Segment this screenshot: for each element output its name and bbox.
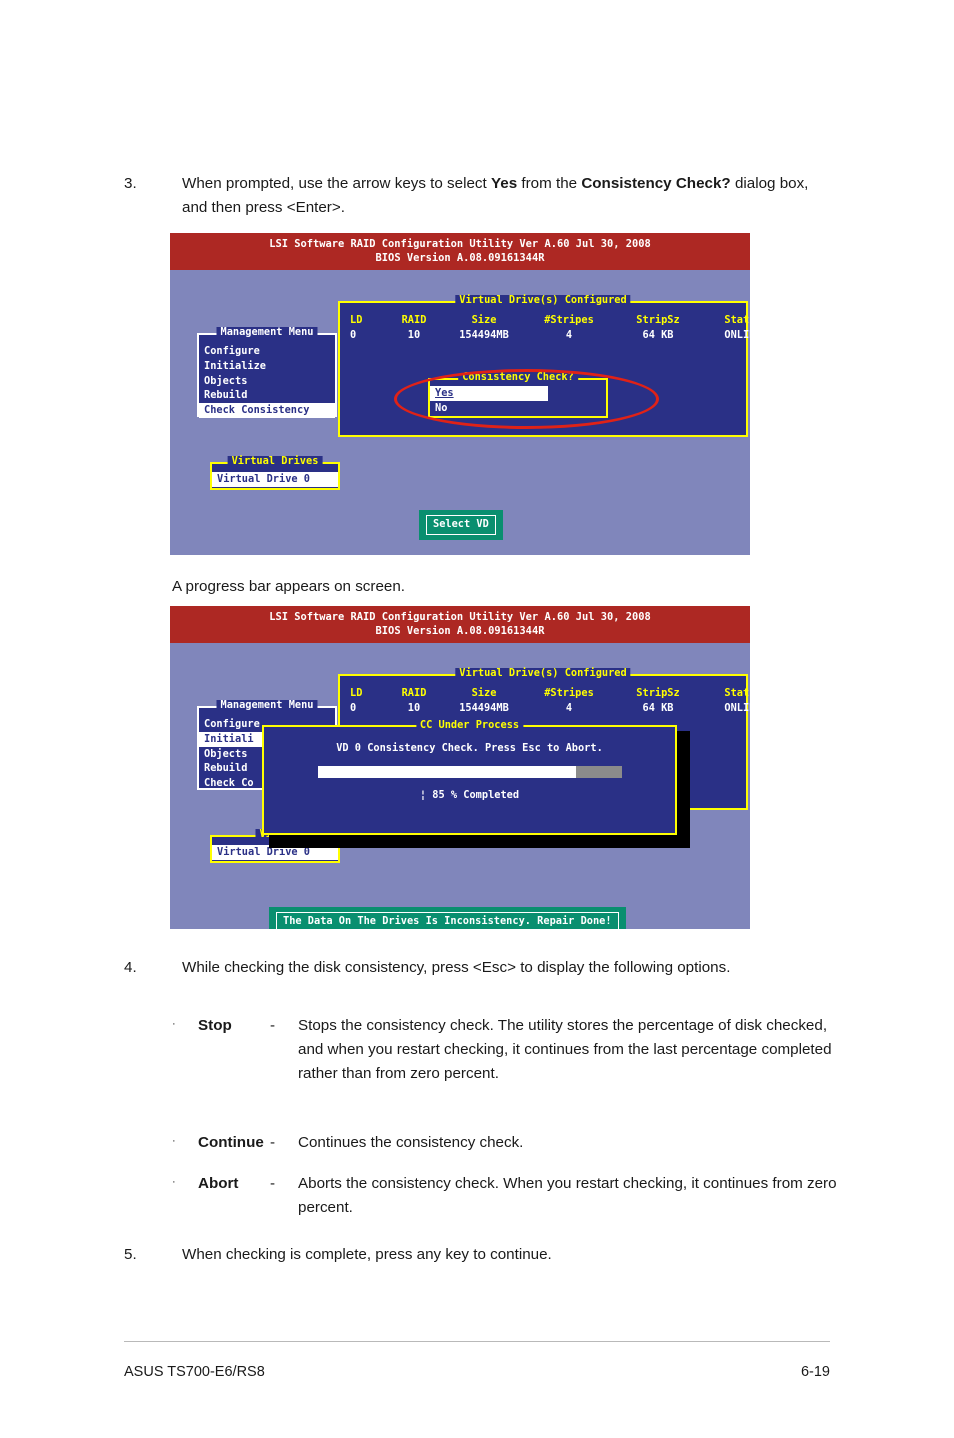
- bullet-term-abort: Abort: [198, 1175, 239, 1192]
- vd-table-header-2: LD RAID Size #Stripes StripSz Status: [340, 686, 750, 700]
- bullet-dash-abort: -: [270, 1175, 276, 1192]
- vd-cell-stripsz: 64 KB: [642, 329, 674, 342]
- cc-under-process-dialog: CC Under Process VD 0 Consistency Check.…: [262, 720, 677, 836]
- vd-col-status: Status: [724, 314, 750, 327]
- vd-cell-ld-2: 0: [350, 702, 357, 715]
- bios-screenshot-cc-progress: LSI Software RAID Configuration Utility …: [170, 606, 750, 929]
- footer-divider: [124, 1341, 830, 1342]
- menu-item-check-consistency[interactable]: Check Consistency: [199, 402, 335, 418]
- vd-col-stripsz: StripSz: [636, 314, 680, 327]
- bullet-dash-continue: -: [270, 1134, 276, 1151]
- vd-cell-raid: 10: [407, 329, 421, 342]
- bios-title-line-2: BIOS Version A.08.09161344R: [375, 252, 545, 265]
- vd-table-row-1[interactable]: 0 10 154494MB 4 64 KB ONLINE: [340, 328, 750, 342]
- bullet-abort: · Abort - Aborts the consistency check. …: [172, 1172, 842, 1220]
- step-3-text-part1: When prompted, use the arrow keys to sel…: [182, 175, 491, 192]
- vd-col-raid: RAID: [401, 314, 427, 327]
- bullet-dot-abort: ·: [172, 1176, 176, 1188]
- step-4-number: 4.: [124, 959, 137, 976]
- progress-bar-caption: A progress bar appears on screen.: [172, 578, 406, 595]
- bullet-term-stop: Stop: [198, 1017, 232, 1034]
- menu-item-rebuild[interactable]: Rebuild: [199, 388, 335, 403]
- menu-item-initialize[interactable]: Initialize: [199, 359, 335, 374]
- cc-result-message-text: The Data On The Drives Is Inconsistency.…: [276, 912, 619, 929]
- bullet-desc-abort: Aborts the consistency check. When you r…: [298, 1175, 837, 1217]
- vd-col-size-2: Size: [471, 687, 497, 700]
- management-menu-panel-1: Management Menu Configure Initialize Obj…: [197, 327, 337, 418]
- step-4-text: While checking the disk consistency, pre…: [182, 959, 731, 976]
- vd-cell-stripes-2: 4: [565, 702, 573, 715]
- vd-col-stripes: #Stripes: [544, 314, 594, 327]
- bios-title-line-1-2: LSI Software RAID Configuration Utility …: [269, 611, 651, 623]
- vd-cell-status-2: ONLINE: [724, 702, 750, 715]
- bullet-continue: · Continue - Continues the consistency c…: [172, 1131, 842, 1155]
- bullet-dash-stop: -: [270, 1017, 276, 1034]
- vd-cell-raid-2: 10: [407, 702, 421, 715]
- cc-under-process-message: VD 0 Consistency Check. Press Esc to Abo…: [336, 742, 603, 755]
- vd-col-ld: LD: [350, 314, 363, 327]
- step-5-number: 5.: [124, 1246, 137, 1263]
- bullet-term-continue: Continue: [198, 1134, 264, 1151]
- vd-col-size: Size: [471, 314, 497, 327]
- cc-result-message-box: The Data On The Drives Is Inconsistency.…: [269, 907, 626, 929]
- vd-cell-size-2: 154494MB: [459, 702, 509, 715]
- vd-cell-stripes: 4: [565, 329, 573, 342]
- vd-cell-size: 154494MB: [459, 329, 509, 342]
- cc-progress-bar: [317, 766, 622, 779]
- step-3-text-part2: from the: [517, 175, 582, 192]
- vd-table-row-2[interactable]: 0 10 154494MB 4 64 KB ONLINE: [340, 701, 750, 715]
- menu-item-configure[interactable]: Configure: [199, 344, 335, 359]
- cc-under-process-legend: CC Under Process: [415, 720, 524, 730]
- bullet-dot-stop: ·: [172, 1018, 176, 1030]
- bios-title-line-1: LSI Software RAID Configuration Utility …: [269, 238, 651, 250]
- vd-col-raid-2: RAID: [401, 687, 427, 700]
- bios-header-1: LSI Software RAID Configuration Utility …: [170, 233, 750, 271]
- management-menu-legend-1: Management Menu: [216, 327, 318, 337]
- vd-cell-status: ONLINE: [724, 329, 750, 342]
- step-3-text: When prompted, use the arrow keys to sel…: [182, 172, 824, 220]
- bullet-stop: · Stop - Stops the consistency check. Th…: [172, 1014, 842, 1086]
- bullet-dot-continue: ·: [172, 1135, 176, 1147]
- step-3-bold-yes: Yes: [490, 175, 518, 192]
- step-3-number: 3.: [124, 175, 137, 192]
- step-5: 5. When checking is complete, press any …: [124, 1243, 824, 1267]
- consistency-check-dialog-legend: Consistency Check?: [458, 372, 578, 382]
- bios-screenshot-consistency-check-dialog: LSI Software RAID Configuration Utility …: [170, 233, 750, 555]
- cc-progress-bar-fill: [317, 766, 576, 779]
- vd-table-header-1: LD RAID Size #Stripes StripSz Status: [340, 313, 750, 327]
- consistency-check-dialog: Consistency Check? Yes No: [428, 372, 608, 419]
- bullet-desc-stop: Stops the consistency check. The utility…: [298, 1017, 832, 1083]
- consistency-check-option-no[interactable]: No: [430, 401, 606, 416]
- footer-product-name: ASUS TS700-E6/RS8: [124, 1364, 265, 1380]
- footer-page-number: 6-19: [800, 1364, 830, 1380]
- virtual-drives-configured-legend-1: Virtual Drive(s) Configured: [455, 295, 631, 305]
- vd-col-stripes-2: #Stripes: [544, 687, 594, 700]
- vd-col-status-2: Status: [724, 687, 750, 700]
- select-vd-button[interactable]: Select VD: [419, 510, 503, 541]
- vd-col-stripsz-2: StripSz: [636, 687, 680, 700]
- step-5-text: When checking is complete, press any key…: [182, 1246, 552, 1263]
- bios-stage-1: Virtual Drive(s) Configured LD RAID Size…: [170, 270, 750, 555]
- bios-title-line-2-2: BIOS Version A.08.09161344R: [375, 625, 545, 638]
- menu-item-objects[interactable]: Objects: [199, 374, 335, 389]
- step-3: 3. When prompted, use the arrow keys to …: [124, 172, 824, 220]
- bullet-desc-continue: Continues the consistency check.: [298, 1134, 524, 1151]
- management-menu-legend-2: Management Menu: [216, 700, 318, 710]
- virtual-drives-panel-1: Virtual Drives Virtual Drive 0: [210, 456, 340, 491]
- cc-progress-percent-label: ¦ 85 % Completed: [419, 789, 520, 802]
- bios-header-2: LSI Software RAID Configuration Utility …: [170, 606, 750, 644]
- consistency-check-option-yes[interactable]: Yes: [430, 386, 548, 402]
- virtual-drives-legend-1: Virtual Drives: [227, 456, 323, 466]
- bios-stage-2: Virtual Drive(s) Configured LD RAID Size…: [170, 643, 750, 929]
- virtual-drive-0-item[interactable]: Virtual Drive 0: [212, 472, 338, 487]
- vd-cell-ld: 0: [350, 329, 357, 342]
- select-vd-button-label: Select VD: [426, 515, 496, 536]
- virtual-drives-configured-legend-2: Virtual Drive(s) Configured: [455, 668, 631, 678]
- vd-col-ld-2: LD: [350, 687, 363, 700]
- vd-cell-stripsz-2: 64 KB: [642, 702, 674, 715]
- step-4: 4. While checking the disk consistency, …: [124, 956, 824, 980]
- step-3-bold-dialog: Consistency Check?: [581, 175, 731, 192]
